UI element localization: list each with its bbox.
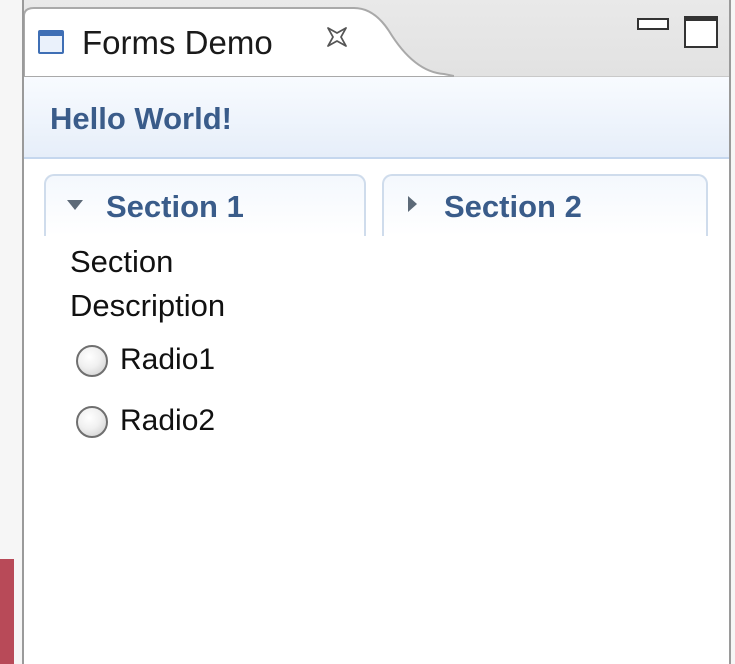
radio-2-label: Radio2: [120, 404, 216, 437]
section-1-title: Section 1: [106, 189, 244, 224]
form-title: Hello World!: [50, 101, 232, 136]
section-2-title: Section 2: [444, 189, 582, 224]
radio-button-icon[interactable]: [76, 406, 108, 438]
tab-title: Forms Demo: [82, 24, 273, 61]
background-accent: [0, 559, 14, 664]
radio-button-icon[interactable]: [76, 345, 108, 377]
forms-demo-view: Forms Demo Hello World! Section 1 Sectio…: [22, 0, 731, 664]
close-icon[interactable]: [324, 24, 350, 50]
minimize-icon[interactable]: [637, 18, 669, 30]
chevron-right-icon[interactable]: [406, 195, 418, 213]
section-1-description: Section Description: [70, 244, 226, 323]
maximize-icon[interactable]: [684, 16, 718, 48]
section-2-header[interactable]: Section 2: [382, 174, 708, 236]
chevron-down-icon[interactable]: [66, 198, 84, 212]
tab-forms-demo[interactable]: Forms Demo: [24, 6, 454, 77]
view-tab-bar: Forms Demo: [24, 0, 729, 77]
section-1-header[interactable]: Section 1: [44, 174, 366, 236]
form-header: Hello World!: [24, 77, 729, 159]
window-icon: [38, 30, 64, 54]
radio-1-label: Radio1: [120, 343, 216, 376]
